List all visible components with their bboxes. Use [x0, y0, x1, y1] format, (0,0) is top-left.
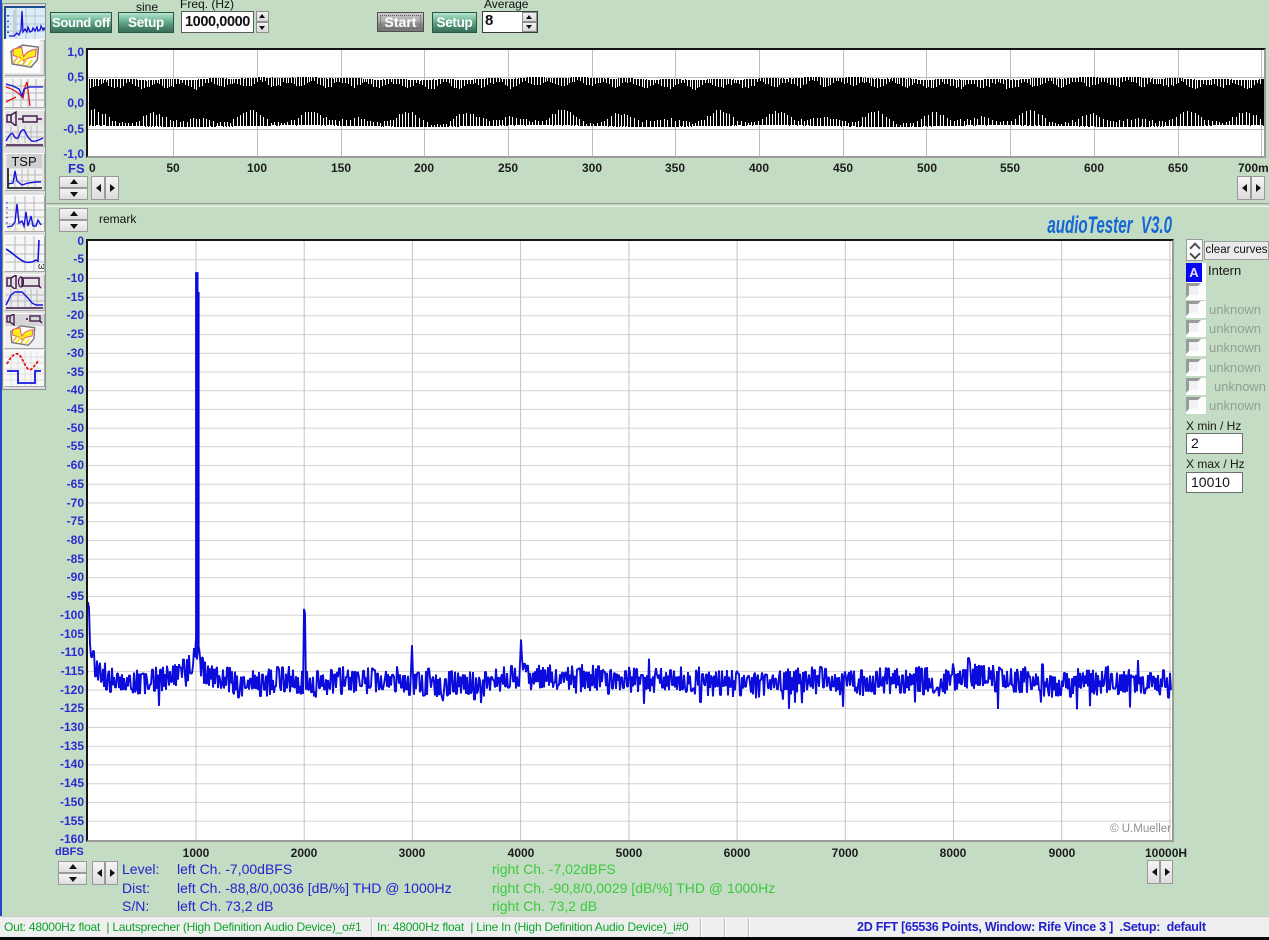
- svg-text:TSP: TSP: [11, 154, 36, 169]
